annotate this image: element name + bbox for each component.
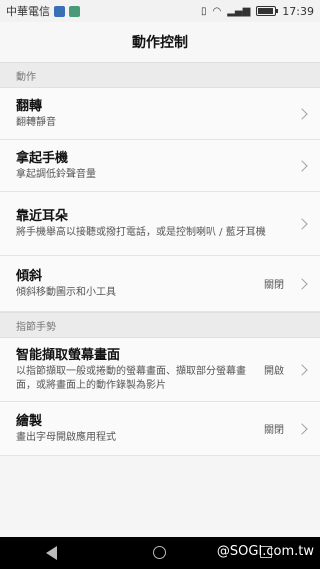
row-subtitle: 翻轉靜音 <box>16 116 56 128</box>
row-text: 翻轉 翻轉靜音 <box>16 98 284 130</box>
row-status: 關閉 <box>264 280 284 291</box>
chevron-right-icon <box>296 363 308 376</box>
row-title: 靠近耳朵 <box>16 208 69 224</box>
setting-row-ear[interactable]: 靠近耳朵 將手機舉高以接聽或撥打電話，或是控制喇叭 / 藍牙耳機 <box>0 192 320 256</box>
back-icon <box>46 546 58 560</box>
row-title: 翻轉 <box>16 98 43 114</box>
row-title: 傾斜 <box>16 268 43 284</box>
wifi-icon: ◠ <box>212 5 222 17</box>
watermark: @SOGI.com.tw <box>216 544 314 559</box>
row-text: 拿起手機 拿起調低鈴聲音量 <box>16 150 284 182</box>
row-subtitle: 拿起調低鈴聲音量 <box>16 168 96 180</box>
row-title: 智能擷取螢幕畫面 <box>16 347 121 363</box>
home-button[interactable] <box>152 546 167 560</box>
signal-icon: ▂▄▆ <box>227 5 251 17</box>
row-subtitle: 以指節擷取一般或捲動的螢幕畫面、擷取部分螢幕畫面，或將畫面上的動作錄製為影片 <box>16 365 246 391</box>
chevron-right-icon <box>296 107 308 120</box>
row-status: 關閉 <box>264 425 284 436</box>
row-text: 靠近耳朵 將手機舉高以接聽或撥打電話，或是控制喇叭 / 藍牙耳機 <box>16 208 284 240</box>
row-title: 繪製 <box>16 413 43 429</box>
app-notification-icon <box>54 5 65 17</box>
section-header-actions: 動作 <box>0 62 320 88</box>
row-text: 繪製 畫出字母開啟應用程式 <box>16 413 256 445</box>
chevron-right-icon <box>296 217 308 230</box>
gallery-notification-icon <box>69 5 80 17</box>
section-header-knuckle: 指節手勢 <box>0 312 320 338</box>
navigation-bar: @SOGI.com.tw <box>0 537 320 569</box>
setting-row-draw[interactable]: 繪製 畫出字母開啟應用程式 關閉 <box>0 402 320 456</box>
status-bar: 中華電信 ▯ ◠ ▂▄▆ 17:39 <box>0 0 320 22</box>
chevron-right-icon <box>296 277 308 290</box>
setting-row-tilt[interactable]: 傾斜 傾斜移動圖示和小工具 關閉 <box>0 256 320 312</box>
battery-icon <box>256 6 279 16</box>
row-text: 傾斜 傾斜移動圖示和小工具 <box>16 268 256 300</box>
status-right: ▯ ◠ ▂▄▆ 17:39 <box>201 5 314 18</box>
carrier-name: 中華電信 <box>6 5 50 18</box>
setting-row-pickup[interactable]: 拿起手機 拿起調低鈴聲音量 <box>0 140 320 192</box>
status-left: 中華電信 <box>6 3 201 19</box>
home-icon <box>152 546 166 559</box>
row-status: 開啟 <box>264 366 284 377</box>
chevron-right-icon <box>296 159 308 172</box>
row-subtitle: 畫出字母開啟應用程式 <box>16 431 116 443</box>
page-title: 動作控制 <box>0 22 320 62</box>
back-button[interactable] <box>46 546 60 560</box>
setting-row-smart-screenshot[interactable]: 智能擷取螢幕畫面 以指節擷取一般或捲動的螢幕畫面、擷取部分螢幕畫面，或將畫面上的… <box>0 338 320 402</box>
knuckle-list: 智能擷取螢幕畫面 以指節擷取一般或捲動的螢幕畫面、擷取部分螢幕畫面，或將畫面上的… <box>0 338 320 456</box>
actions-list: 翻轉 翻轉靜音 拿起手機 拿起調低鈴聲音量 靠近耳朵 將手機舉高以接聽或撥打電話… <box>0 88 320 312</box>
chevron-right-icon <box>296 422 308 435</box>
status-time: 17:39 <box>282 4 314 18</box>
row-title: 拿起手機 <box>16 150 69 166</box>
setting-row-flip[interactable]: 翻轉 翻轉靜音 <box>0 88 320 140</box>
vibrate-icon: ▯ <box>200 5 207 17</box>
row-text: 智能擷取螢幕畫面 以指節擷取一般或捲動的螢幕畫面、擷取部分螢幕畫面，或將畫面上的… <box>16 347 256 393</box>
row-subtitle: 傾斜移動圖示和小工具 <box>16 286 116 298</box>
row-subtitle: 將手機舉高以接聽或撥打電話，或是控制喇叭 / 藍牙耳機 <box>16 226 266 238</box>
